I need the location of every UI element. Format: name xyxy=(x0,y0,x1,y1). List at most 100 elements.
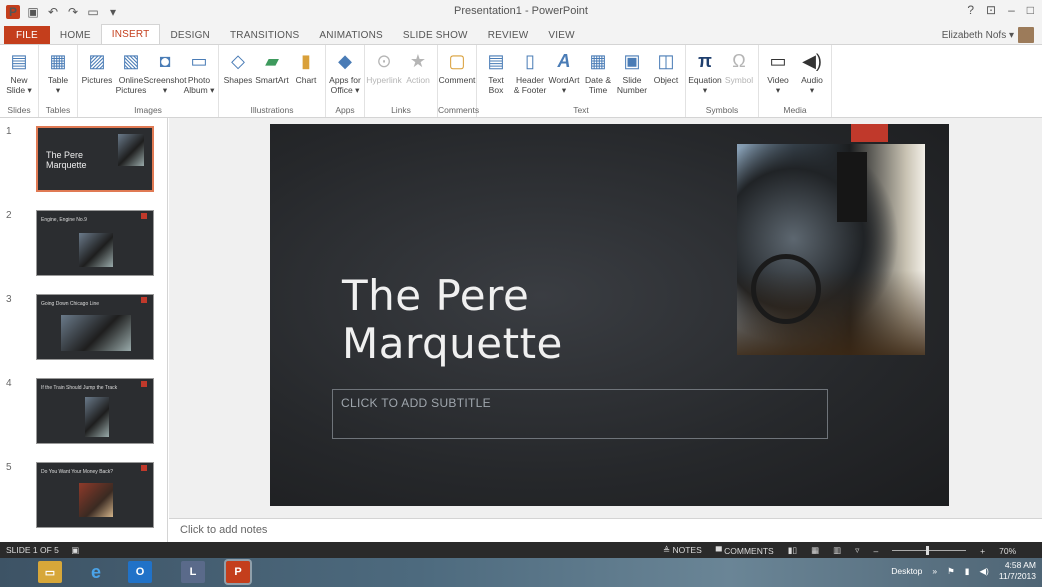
powerpoint-window: P ▣ ↶ ↷ ▭ ▾ Presentation1 - PowerPoint ?… xyxy=(0,0,1042,587)
present-icon[interactable]: ▭ xyxy=(86,5,100,19)
reading-view-icon[interactable]: ▥ xyxy=(833,545,841,556)
ribbon: ▤ New Slide ▾ Slides ▦ Table ▾ Tables ▨ Pic… xyxy=(0,44,1042,118)
desktop-toolbar[interactable]: Desktop xyxy=(891,566,922,576)
lync-icon[interactable]: L xyxy=(181,561,205,583)
slideshow-icon[interactable]: ▿ xyxy=(855,545,859,556)
table-icon: ▦ xyxy=(49,50,67,71)
tab-home[interactable]: HOME xyxy=(50,26,101,44)
group-links: ⊙ Hyperlink ★ Action Links xyxy=(365,45,438,117)
outlook-icon[interactable]: O xyxy=(128,561,152,583)
user-name: Elizabeth Nofs ▾ xyxy=(941,29,1014,41)
window-title: Presentation1 - PowerPoint xyxy=(454,5,588,17)
zoom-level[interactable]: 70% xyxy=(999,546,1016,556)
avatar xyxy=(1018,27,1034,43)
group-comments: ▢ Comment Comments xyxy=(438,45,479,117)
group-images: ▨ Pictures ▧ Online Pictures ◘ Screenshot ▾… xyxy=(78,45,219,117)
status-bar: SLIDE 1 OF 5 ▣ ≜ NOTES ▀ COMMENTS ▮▯ ▦ ▥… xyxy=(0,542,1042,558)
notes-placeholder: Click to add notes xyxy=(180,524,268,536)
normal-view-icon[interactable]: ▮▯ xyxy=(788,545,797,556)
photo-album-icon: ▭ xyxy=(190,50,208,71)
screenshot-icon: ◘ xyxy=(159,50,171,71)
notes-toggle-button[interactable]: ≜ NOTES xyxy=(663,545,702,556)
comment-icon: ▢ xyxy=(448,50,466,71)
group-media: ▭ Video ▾ ◀) Audio ▾ Media xyxy=(759,45,832,117)
tab-design[interactable]: DESIGN xyxy=(160,26,220,44)
current-slide[interactable]: The Pere Marquette CLICK TO ADD SUBTITLE xyxy=(270,124,949,506)
thumbnail-slide-4[interactable]: 4 If the Train Should Jump the Track xyxy=(6,378,156,446)
thumbnail-image xyxy=(79,483,113,517)
new-slide-icon: ▤ xyxy=(10,50,28,71)
slide-number-icon: ▣ xyxy=(623,50,641,71)
clock[interactable]: 4:58 AM 11/7/2013 xyxy=(999,560,1036,582)
thumbnail-title: If the Train Should Jump the Track xyxy=(41,385,118,391)
speaker-icon: ◀) xyxy=(802,50,822,71)
notes-pane[interactable]: Click to add notes xyxy=(169,518,1042,542)
wordart-icon: A xyxy=(557,50,571,71)
online-pictures-icon: ▧ xyxy=(122,50,140,71)
text-box-icon: ▤ xyxy=(487,50,505,71)
locomotive-photo[interactable] xyxy=(737,144,925,355)
network-icon[interactable]: ▮ xyxy=(965,566,970,577)
restore-icon[interactable]: □ xyxy=(1027,3,1034,17)
thumbnail-image xyxy=(79,233,113,267)
pi-icon: π xyxy=(698,50,712,71)
thumbnail-slide-3[interactable]: 3 Going Down Chicago Line xyxy=(6,294,156,362)
thumbnail-slide-1[interactable]: 1 The Pere Marquette xyxy=(6,126,156,194)
group-illustrations: ◇ Shapes ▰ SmartArt ▮ Chart Illustrations xyxy=(219,45,326,117)
tab-review[interactable]: REVIEW xyxy=(478,26,539,44)
help-icon[interactable]: ? xyxy=(967,3,974,17)
zoom-slider[interactable] xyxy=(892,546,967,555)
hyperlink-icon: ⊙ xyxy=(376,50,392,71)
volume-icon[interactable]: ◀) xyxy=(979,566,988,577)
slide-title[interactable]: The Pere Marquette xyxy=(342,272,563,368)
thumbnail-slide-2[interactable]: 2 Engine, Engine No.9 xyxy=(6,210,156,278)
tab-slide-show[interactable]: SLIDE SHOW xyxy=(393,26,478,44)
ribbon-display-icon[interactable]: ⊡ xyxy=(986,3,996,17)
object-icon: ◫ xyxy=(657,50,675,71)
ribbon-tabs: FILE HOME INSERT DESIGN TRANSITIONS ANIM… xyxy=(0,24,1042,44)
window-controls: ? ⊡ – □ xyxy=(967,3,1034,17)
video-icon: ▭ xyxy=(769,50,787,71)
apps-icon: ◆ xyxy=(338,50,352,71)
group-symbols: π Equation ▾ Ω Symbol Symbols xyxy=(686,45,759,117)
powerpoint-taskbar-icon[interactable]: P xyxy=(226,561,250,583)
thumbnail-title: Going Down Chicago Line xyxy=(41,301,100,307)
header-footer-icon: ▯ xyxy=(525,50,535,71)
undo-icon[interactable]: ↶ xyxy=(46,5,60,19)
file-explorer-icon[interactable]: ▭ xyxy=(38,561,62,583)
redo-icon[interactable]: ↷ xyxy=(66,5,80,19)
thumbnail-slide-5[interactable]: 5 Do You Want Your Money Back? xyxy=(6,462,156,530)
customize-qat-icon[interactable]: ▾ xyxy=(106,5,120,19)
slide-sorter-icon[interactable]: ▦ xyxy=(811,545,819,556)
thumbnail-image xyxy=(85,397,109,437)
omega-icon: Ω xyxy=(732,50,746,71)
windows-taskbar: ▭ e O L P Desktop » ⚑ ▮ ◀) 4:58 AM 11/7/… xyxy=(0,558,1042,587)
flag-icon[interactable]: ⚑ xyxy=(947,566,955,577)
group-apps: ◆ Apps for Office ▾ Apps xyxy=(326,45,365,117)
subtitle-placeholder[interactable]: CLICK TO ADD SUBTITLE xyxy=(332,389,828,439)
save-icon[interactable]: ▣ xyxy=(26,5,40,19)
date-time-icon: ▦ xyxy=(589,50,607,71)
spell-check-icon[interactable]: ▣ xyxy=(71,545,79,555)
thumbnail-image xyxy=(118,134,144,166)
tab-file[interactable]: FILE xyxy=(4,26,50,44)
comments-toggle-button[interactable]: ▀ COMMENTS xyxy=(716,546,774,556)
internet-explorer-icon[interactable]: e xyxy=(84,561,108,583)
slide-editor: The Pere Marquette CLICK TO ADD SUBTITLE xyxy=(169,118,1042,518)
zoom-out-button[interactable]: – xyxy=(873,546,878,556)
tab-view[interactable]: VIEW xyxy=(538,26,584,44)
thumbnail-image xyxy=(61,315,131,351)
tab-animations[interactable]: ANIMATIONS xyxy=(309,26,392,44)
group-slides: ▤ New Slide ▾ Slides xyxy=(0,45,39,117)
zoom-in-button[interactable]: + xyxy=(980,546,985,556)
tab-insert[interactable]: INSERT xyxy=(100,24,161,44)
powerpoint-logo-icon: P xyxy=(6,5,20,19)
tab-transitions[interactable]: TRANSITIONS xyxy=(220,26,309,44)
tray-chevron-icon[interactable]: » xyxy=(932,566,937,576)
action-icon: ★ xyxy=(409,50,427,71)
pictures-icon: ▨ xyxy=(88,50,106,71)
user-account[interactable]: Elizabeth Nofs ▾ xyxy=(942,27,1034,43)
title-bar: P ▣ ↶ ↷ ▭ ▾ Presentation1 - PowerPoint ?… xyxy=(0,0,1042,24)
smartart-icon: ▰ xyxy=(265,50,279,71)
minimize-icon[interactable]: – xyxy=(1008,3,1015,17)
